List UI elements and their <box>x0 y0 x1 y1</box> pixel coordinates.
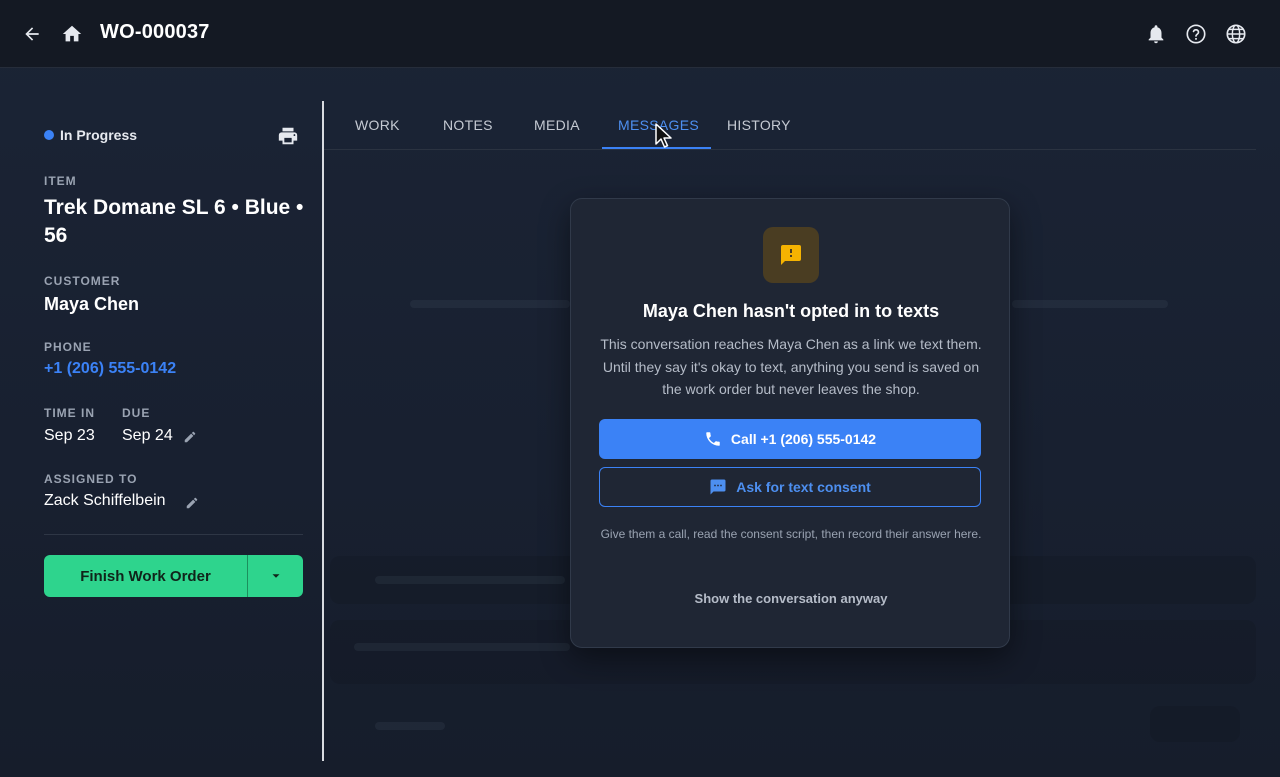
top-bar: WO-000037 <box>0 0 1280 68</box>
finish-options-dropdown[interactable] <box>247 555 303 597</box>
tab-work[interactable]: WORK <box>355 117 400 133</box>
dialog-body: This conversation reaches Maya Chen as a… <box>600 336 982 397</box>
phone-label: PHONE <box>44 340 92 354</box>
customer-value: Maya Chen <box>44 294 140 314</box>
edit-due-pencil-icon[interactable] <box>183 430 197 444</box>
arrow-left-icon[interactable] <box>20 22 44 46</box>
message-alert-icon <box>763 227 819 283</box>
assigned-label: ASSIGNED TO <box>44 472 138 486</box>
mouse-cursor-icon <box>654 122 674 150</box>
panel-divider <box>322 101 324 761</box>
bell-icon[interactable] <box>1144 22 1168 46</box>
call-customer-button[interactable]: Call +1 (206) 555-0142 <box>599 419 981 459</box>
assigned-value: Zack Schiffelbein <box>44 492 166 509</box>
due-label: DUE <box>122 406 151 420</box>
time-in-value: Sep 23 <box>44 427 95 444</box>
dialog-title: Maya Chen hasn't opted in to texts <box>642 301 940 321</box>
background-text <box>1012 300 1168 308</box>
dialog-hint: Give them a call, read the consent scrip… <box>600 527 982 541</box>
show-conversation-link[interactable]: Show the conversation anyway <box>571 591 1011 606</box>
consent-button-label: Ask for text consent <box>736 479 871 495</box>
item-label: ITEM <box>44 174 77 188</box>
background-text <box>375 722 445 730</box>
status-badge: In Progress <box>44 127 137 143</box>
globe-icon[interactable] <box>1224 22 1248 46</box>
background-text <box>375 576 565 584</box>
edit-assignee-pencil-icon[interactable] <box>185 496 199 510</box>
due-value: Sep 24 <box>122 427 173 444</box>
chat-icon <box>709 478 727 496</box>
caret-down-icon <box>272 574 279 578</box>
finish-work-order-button[interactable]: Finish Work Order <box>44 555 247 597</box>
tab-bar: WORK NOTES MEDIA MESSAGES HISTORY <box>324 100 1256 150</box>
printer-icon[interactable] <box>277 125 299 147</box>
tab-history[interactable]: HISTORY <box>727 117 791 133</box>
phone-link[interactable]: +1 (206) 555-0142 <box>44 360 176 378</box>
item-value: Trek Domane SL 6 • Blue • 56 <box>44 196 304 247</box>
consent-dialog: Maya Chen hasn't opted in to texts This … <box>570 198 1010 648</box>
phone-icon <box>704 430 722 448</box>
page-title: WO-000037 <box>100 21 210 43</box>
tab-notes[interactable]: NOTES <box>443 117 493 133</box>
tab-media[interactable]: MEDIA <box>534 117 580 133</box>
status-dot <box>44 130 54 140</box>
status-text: In Progress <box>60 127 138 143</box>
help-circle-icon[interactable] <box>1184 22 1208 46</box>
ask-consent-button[interactable]: Ask for text consent <box>599 467 981 507</box>
left-divider <box>44 534 303 535</box>
background-text <box>410 300 570 308</box>
time-in-label: TIME IN <box>44 406 95 420</box>
background-text <box>354 643 570 651</box>
call-button-label: Call +1 (206) 555-0142 <box>730 431 877 447</box>
home-icon[interactable] <box>60 22 84 46</box>
customer-label: CUSTOMER <box>44 274 121 288</box>
background-send-button <box>1150 706 1240 742</box>
